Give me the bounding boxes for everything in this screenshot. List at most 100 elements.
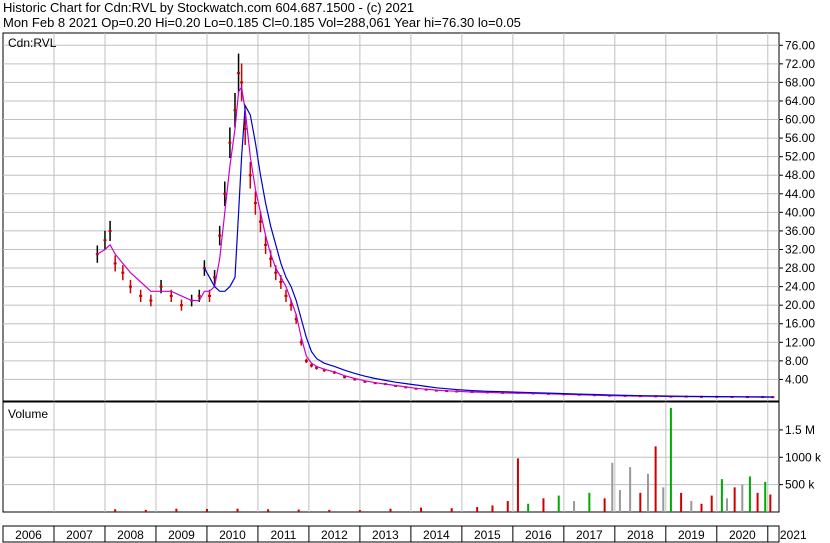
price-dot xyxy=(248,174,252,177)
volume-bar xyxy=(516,458,519,512)
price-tick-label: 20.00 xyxy=(785,298,815,312)
volume-bar xyxy=(267,509,270,512)
price-dot xyxy=(207,294,211,297)
price-dot xyxy=(121,271,125,274)
volume-bar xyxy=(588,492,591,512)
volume-bar xyxy=(618,490,621,512)
ticker-label: Cdn:RVL xyxy=(8,36,57,50)
volume-bar xyxy=(680,492,683,512)
price-dot xyxy=(228,141,232,144)
price-panel-frame xyxy=(2,32,780,402)
volume-bar xyxy=(733,487,736,512)
price-tick-label: 36.00 xyxy=(785,224,815,238)
volume-bar xyxy=(297,509,300,512)
volume-label: Volume xyxy=(8,407,48,421)
volume-bar xyxy=(491,505,494,512)
volume-bar xyxy=(542,498,545,512)
volume-bar xyxy=(611,462,614,512)
price-tick-label: 72.00 xyxy=(785,57,815,71)
volume-bar xyxy=(603,498,606,512)
volume-bar xyxy=(420,507,423,512)
price-dot xyxy=(218,234,222,237)
price-tick-label: 24.00 xyxy=(785,280,815,294)
price-tick-label: 68.00 xyxy=(785,75,815,89)
volume-bar xyxy=(669,408,672,512)
price-tick-label: 28.00 xyxy=(785,261,815,275)
year-tick-label: 2013 xyxy=(372,528,399,542)
stock-chart: 2006 2007 2008 2009 2010 2011 2012 2013 2014 2015… xyxy=(2,32,822,543)
price-dot xyxy=(113,262,117,265)
volume-bar xyxy=(328,509,331,512)
volume-bar xyxy=(144,509,147,512)
price-dot xyxy=(240,81,244,84)
price-dot xyxy=(197,294,201,297)
volume-bar xyxy=(205,508,208,512)
price-dot xyxy=(258,220,262,223)
price-dot xyxy=(264,243,268,246)
price-dot xyxy=(237,72,241,75)
volume-bar xyxy=(748,476,751,512)
year-tick-label: 2020 xyxy=(729,528,756,542)
year-tick-label: 2007 xyxy=(66,528,93,542)
volume-tick-label: 1.5 M xyxy=(785,423,815,437)
volume-bar xyxy=(710,495,713,512)
volume-bar xyxy=(741,484,744,512)
price-dot xyxy=(108,229,112,232)
volume-tick-label: 500 k xyxy=(785,478,815,492)
price-dot xyxy=(159,285,163,288)
price-dot xyxy=(149,299,153,302)
volume-bar xyxy=(769,494,772,512)
price-tick-label: 16.00 xyxy=(785,317,815,331)
year-tick-label: 2006 xyxy=(15,528,42,542)
price-tick-label: 12.00 xyxy=(785,335,815,349)
price-dot xyxy=(309,364,313,367)
price-tick-label: 60.00 xyxy=(785,113,815,127)
year-tick-label: 2011 xyxy=(271,528,297,542)
volume-bar xyxy=(175,508,178,512)
volume-bar xyxy=(756,492,759,512)
year-tick-label: 2021 xyxy=(780,528,807,542)
price-dot xyxy=(274,271,278,274)
volume-bar xyxy=(389,508,392,512)
price-dot xyxy=(169,294,173,297)
price-tick-label: 40.00 xyxy=(785,205,815,219)
volume-bar xyxy=(114,509,117,512)
year-tick-label: 2012 xyxy=(321,528,348,542)
volume-bar xyxy=(654,446,657,512)
price-tick-label: 4.00 xyxy=(785,372,809,386)
year-tick-label: 2015 xyxy=(474,528,501,542)
volume-bar xyxy=(629,467,632,512)
price-dot xyxy=(279,280,283,283)
price-dot xyxy=(223,192,227,195)
volume-bar xyxy=(358,510,361,512)
year-tick-label: 2010 xyxy=(219,528,246,542)
volume-bar xyxy=(725,498,728,512)
volume-bar xyxy=(450,508,453,512)
year-tick-label: 2009 xyxy=(168,528,195,542)
volume-bar xyxy=(527,503,530,512)
price-dot xyxy=(253,202,257,205)
volume-bar xyxy=(662,487,665,512)
year-tick-label: 2008 xyxy=(117,528,144,542)
price-tick-label: 64.00 xyxy=(785,94,815,108)
volume-bar xyxy=(690,501,693,512)
price-dot xyxy=(284,294,288,297)
volume-tick-label: 1000 k xyxy=(785,450,822,464)
volume-bar xyxy=(557,495,560,512)
volume-bar xyxy=(646,473,649,512)
price-dot xyxy=(103,239,107,242)
price-tick-label: 48.00 xyxy=(785,168,815,182)
volume-bar xyxy=(236,508,239,512)
volume-bar xyxy=(506,501,509,512)
volume-bar xyxy=(573,501,576,512)
volume-bar xyxy=(476,507,479,512)
year-tick-label: 2017 xyxy=(576,528,603,542)
price-dot xyxy=(139,294,143,297)
price-tick-label: 8.00 xyxy=(785,354,809,368)
price-tick-label: 56.00 xyxy=(785,131,815,145)
volume-bar xyxy=(764,481,767,512)
price-dot xyxy=(233,109,237,112)
price-tick-label: 44.00 xyxy=(785,187,815,201)
volume-bar xyxy=(720,479,723,512)
price-dot xyxy=(304,359,308,362)
